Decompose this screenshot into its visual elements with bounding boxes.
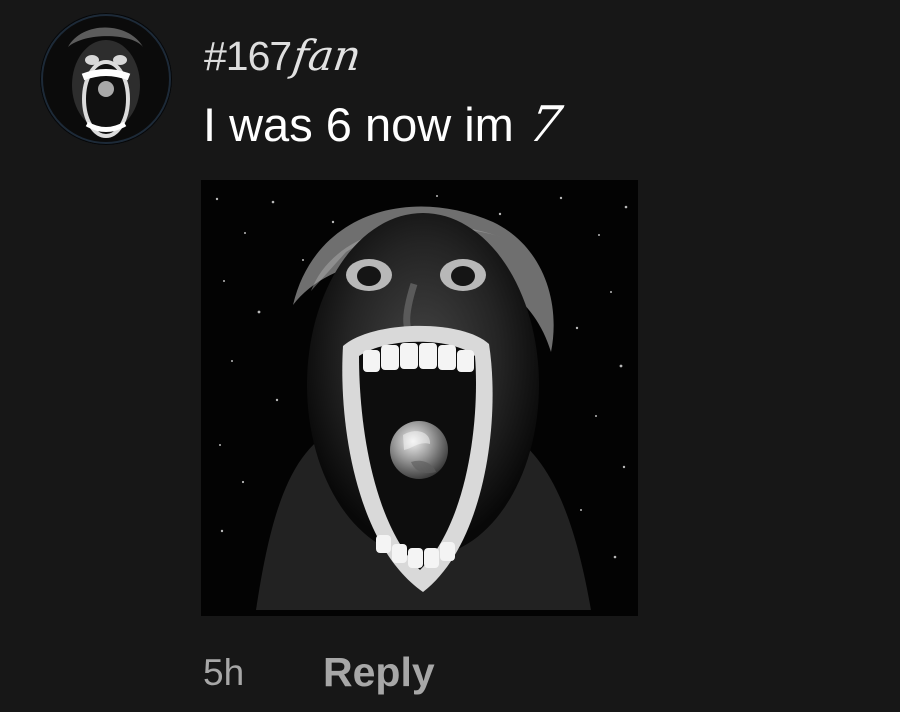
comment-timestamp: 5h bbox=[203, 652, 245, 693]
screaming-face-avatar-icon bbox=[40, 13, 172, 145]
screaming-face-earth-in-mouth-image-icon bbox=[201, 180, 638, 616]
username-typed-text: #167 bbox=[204, 33, 292, 79]
comment-typed-text: I was 6 now im bbox=[203, 97, 514, 151]
username[interactable]: #167 fan bbox=[204, 25, 365, 80]
avatar[interactable] bbox=[40, 13, 172, 145]
username-handwritten-text: fan bbox=[289, 31, 365, 80]
comment-image[interactable] bbox=[201, 180, 638, 616]
comment-text: I was 6 now im 7 bbox=[203, 96, 566, 153]
comment-handwritten-text: 7 bbox=[524, 95, 567, 153]
comment-screen: #167 fan I was 6 now im 7 5h Reply bbox=[0, 0, 900, 712]
reply-button[interactable]: Reply bbox=[323, 652, 435, 693]
